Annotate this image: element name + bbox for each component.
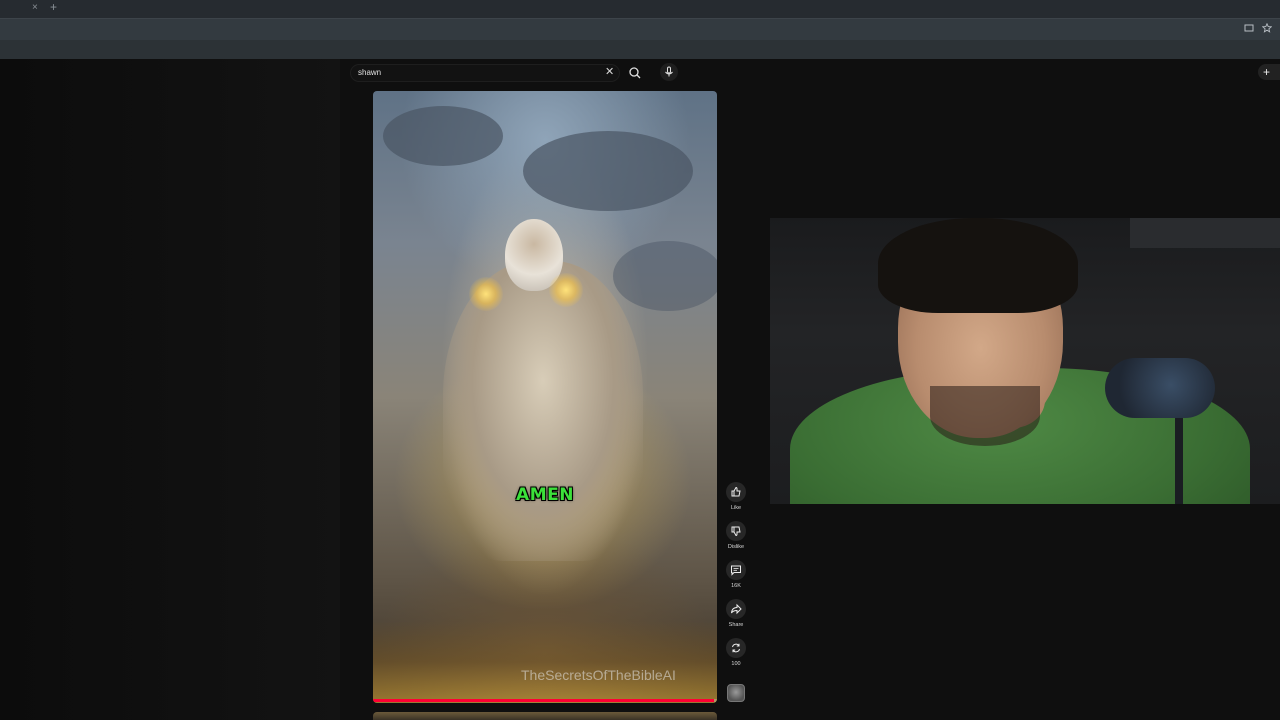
- new-tab-icon[interactable]: +: [50, 0, 57, 14]
- search-button[interactable]: [624, 64, 646, 82]
- cloud-shape: [523, 131, 693, 211]
- remix-count: 100: [731, 661, 741, 667]
- browser-tab-bar: × +: [0, 0, 1280, 18]
- next-short-preview[interactable]: [373, 712, 717, 720]
- like-label: Like: [730, 505, 742, 511]
- glowing-ground: [373, 621, 717, 703]
- address-bar-icons: [1244, 23, 1272, 33]
- browser-address-bar[interactable]: [0, 18, 1280, 40]
- channel-avatar[interactable]: [727, 684, 745, 702]
- thumbs-down-icon: [731, 526, 741, 537]
- share-arrow-icon: [731, 603, 742, 615]
- like-button[interactable]: [726, 482, 746, 502]
- share-label: Share: [728, 622, 744, 628]
- video-progress-fill: [373, 699, 714, 702]
- search-input[interactable]: shawn: [358, 68, 381, 77]
- remix-button[interactable]: [726, 638, 746, 658]
- search-icon: [629, 67, 641, 79]
- thumbs-up-icon: [731, 486, 741, 497]
- comments-count: 16K: [731, 583, 741, 589]
- create-button[interactable]: +: [1258, 64, 1280, 80]
- comment-icon: [731, 565, 741, 576]
- channel-watermark: TheSecretsOfTheBibleAI: [521, 667, 676, 683]
- youtube-shorts-page: shawn ✕ + AMEN TheSecretsOfTheBibleAI Li…: [0, 59, 1280, 720]
- voice-search-button[interactable]: [660, 63, 678, 81]
- cloud-shape: [383, 106, 503, 166]
- cloud-shape: [613, 241, 717, 311]
- bookmark-star-icon[interactable]: [1262, 23, 1272, 33]
- person-hair: [878, 218, 1078, 313]
- remix-icon: [732, 643, 740, 653]
- short-video-player[interactable]: AMEN TheSecretsOfTheBibleAI: [373, 91, 717, 703]
- search-box[interactable]: shawn: [350, 64, 620, 82]
- microphone-icon: [665, 66, 673, 77]
- mic-stand: [1175, 408, 1183, 504]
- webcam-overlay: [770, 218, 1280, 504]
- microphone: [1105, 358, 1215, 418]
- background-shelf: [1130, 218, 1280, 248]
- clear-search-icon[interactable]: ✕: [605, 65, 614, 78]
- share-button[interactable]: [726, 599, 746, 619]
- share-action[interactable]: Share: [724, 599, 748, 628]
- bookmarks-bar: [0, 40, 1280, 59]
- shoulder-glow: [549, 273, 583, 307]
- person-beard: [930, 386, 1040, 446]
- like-action[interactable]: Like: [724, 482, 748, 511]
- comments-action[interactable]: 16K: [724, 560, 748, 589]
- dislike-label: Dislike: [727, 544, 745, 550]
- video-caption: AMEN: [516, 485, 574, 505]
- dislike-button[interactable]: [726, 521, 746, 541]
- shoulder-glow: [469, 277, 503, 311]
- video-progress-bar[interactable]: [373, 699, 717, 702]
- cast-icon[interactable]: [1244, 23, 1254, 33]
- remix-action[interactable]: 100: [724, 638, 748, 667]
- dislike-action[interactable]: Dislike: [724, 521, 748, 550]
- tab-close-icon[interactable]: ×: [32, 2, 38, 13]
- comments-button[interactable]: [726, 560, 746, 580]
- left-sidebar-area: [0, 59, 340, 720]
